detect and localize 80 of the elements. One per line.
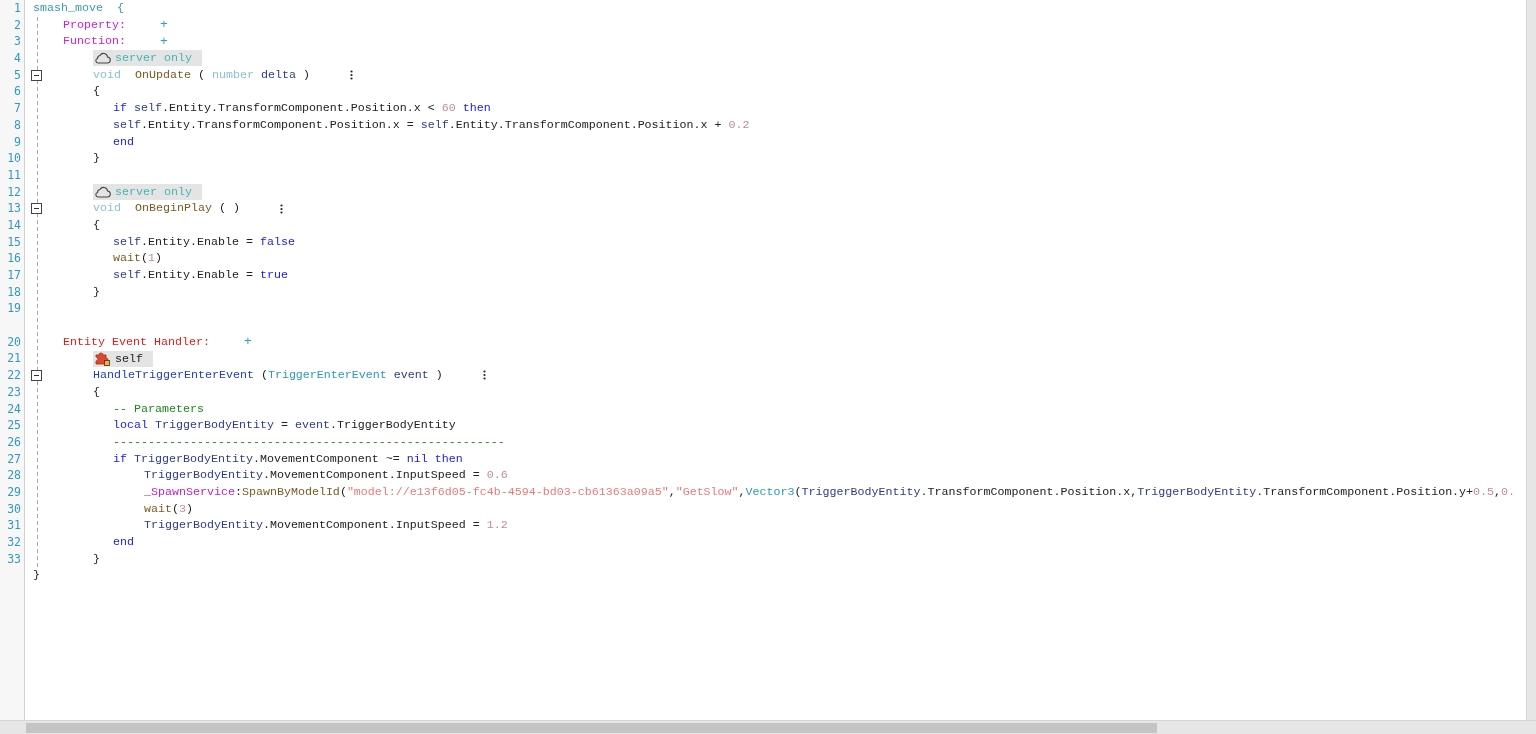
code-line: HandleTriggerEnterEvent (TriggerEnterEvent event ) [93,367,443,384]
code-line: void OnUpdate ( number delta ) [93,66,310,84]
line-number: 10 [7,151,21,166]
code-line: local TriggerBodyEntity = event.TriggerBodyEntity [113,417,456,434]
line-number: 14 [7,217,21,232]
code-line: { [93,383,100,401]
line-number: 25 [7,418,21,433]
code-line: end [113,534,134,551]
more-icon[interactable] [349,70,353,81]
code-line: } [33,567,40,585]
code-line: smash_move { [33,0,124,17]
line-number: 22 [7,368,21,383]
code-line: TriggerBodyEntity.MovementComponent.InputSpeed = 1.2 [144,517,508,534]
code-line: _SpawnService:SpawnByModelId("model://e13f6d05-fc4b-4594-bd03-cb61363a09a5","GetSlow",Vector3(TriggerBodyEntity.TransformComponent.Position.x,TriggerBodyEntity.TransformComponent.Position.y+0.5,0. [144,483,1516,501]
server-only-tag: server only [93,183,202,200]
line-number: 29 [7,484,21,499]
line-number: 27 [7,451,21,466]
code-line: Entity Event Handler: [63,333,210,351]
code-line: Function: [63,33,126,51]
line-number: 18 [7,284,21,299]
fold-toggle[interactable] [31,69,42,81]
code-line: { [93,83,100,101]
line-number: 5 [14,67,21,82]
self-tag: self [93,350,153,367]
more-icon[interactable] [279,203,283,214]
line-number: 31 [7,518,21,533]
line-number: 20 [7,334,21,349]
line-number: 26 [7,434,21,449]
code-line: } [93,150,100,167]
code-line: } [93,283,100,301]
line-number: 11 [7,167,21,182]
fold-toggle[interactable] [31,369,42,381]
code-line: -- Parameters [113,400,204,418]
cloud-icon [94,52,111,65]
line-number: 13 [7,201,21,216]
line-number: 8 [14,117,21,132]
line-number: 4 [14,51,21,66]
line-number: 33 [7,551,21,566]
more-icon[interactable] [482,370,486,381]
line-number: 28 [7,468,21,483]
line-number: 3 [14,34,21,49]
code-line: end [113,133,134,151]
horizontal-scrollbar[interactable] [0,720,1536,734]
scrollbar-thumb[interactable] [26,723,1157,733]
code-line: Property: [63,16,126,34]
code-line: void OnBeginPlay ( ) [93,200,240,217]
vertical-scrollbar[interactable] [1526,0,1536,720]
code-line: wait(3) [144,500,193,518]
line-number: 23 [7,384,21,399]
line-number: 1 [14,1,21,15]
puzzle-icon [94,351,111,367]
line-number: 30 [7,501,21,516]
server-only-tag: server only [93,50,202,67]
line-number: 15 [7,234,21,249]
line-number: 19 [7,301,21,316]
code-line: self.Entity.Enable = false [113,233,295,251]
line-number: 16 [7,251,21,266]
line-number: 21 [7,351,21,366]
code-line: self.Entity.Enable = true [113,267,288,284]
cloud-icon [94,185,111,198]
line-number: 6 [14,84,21,99]
line-number: 24 [7,401,21,416]
line-number: 12 [7,184,21,199]
fold-toggle[interactable] [31,203,42,215]
code-line: TriggerBodyEntity.MovementComponent.InputSpeed = 0.6 [144,467,508,484]
line-number: 17 [7,268,21,282]
code-line: wait(1) [113,250,162,267]
code-line: -------------------------------------------------------- [113,433,505,451]
add-button[interactable]: + [159,17,168,34]
line-number: 9 [14,134,21,149]
line-number: 2 [14,17,21,32]
code-line: } [93,550,100,568]
code-line: if self.Entity.TransformComponent.Position.x < 60 then [113,100,491,117]
line-number: 7 [14,101,21,116]
code-line: { [93,216,100,234]
line-number: 32 [7,535,21,549]
code-line: self.Entity.TransformComponent.Position.x = self.Entity.TransformComponent.Position.x + 0.2 [113,116,750,134]
code-line: if TriggerBodyEntity.MovementComponent ~= nil then [113,450,463,468]
add-button[interactable]: + [159,33,168,50]
add-button[interactable]: + [243,334,252,351]
